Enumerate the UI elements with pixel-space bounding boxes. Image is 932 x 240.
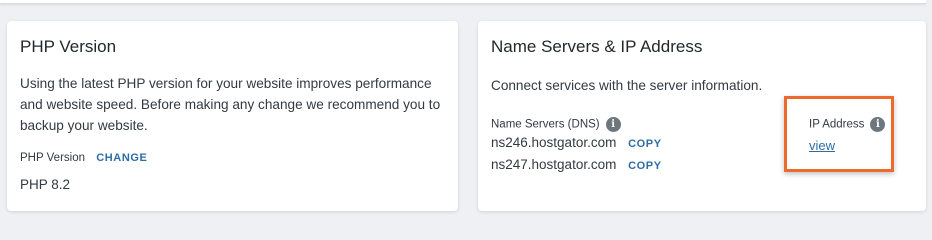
php-card-title: PHP Version [20, 37, 117, 56]
copy-ns-1-button[interactable]: COPY [628, 138, 662, 150]
php-version-row: PHP Version CHANGE [20, 152, 147, 164]
ns-row-1: ns246.hostgator.com COPY [491, 135, 662, 150]
ns-host-1: ns246.hostgator.com [491, 135, 617, 150]
ip-info-icon[interactable]: i [870, 117, 886, 132]
php-version-label: PHP Version [20, 152, 85, 164]
ns-info-icon[interactable]: i [605, 117, 621, 132]
ip-address-highlight: IP Address i view [784, 96, 894, 172]
change-php-button[interactable]: CHANGE [96, 152, 147, 164]
ns-card-title: Name Servers & IP Address [491, 37, 703, 56]
ip-view-link[interactable]: view [809, 138, 835, 153]
ip-label-row: IP Address i [809, 117, 886, 132]
ns-label: Name Servers (DNS) [491, 118, 600, 131]
ns-host-2: ns247.hostgator.com [491, 157, 617, 172]
ns-card-description: Connect services with the server informa… [491, 78, 763, 93]
php-card-description: Using the latest PHP version for your we… [20, 76, 441, 133]
ns-row-2: ns247.hostgator.com COPY [491, 157, 662, 172]
php-version-value: PHP 8.2 [20, 177, 71, 192]
ip-view-row: view [809, 137, 835, 155]
ip-address-label: IP Address [809, 118, 865, 131]
previous-card-edge [0, 0, 926, 4]
php-version-card: PHP Version Using the latest PHP version… [7, 21, 458, 211]
ns-label-row: Name Servers (DNS) i [491, 117, 621, 132]
copy-ns-2-button[interactable]: COPY [628, 160, 662, 172]
